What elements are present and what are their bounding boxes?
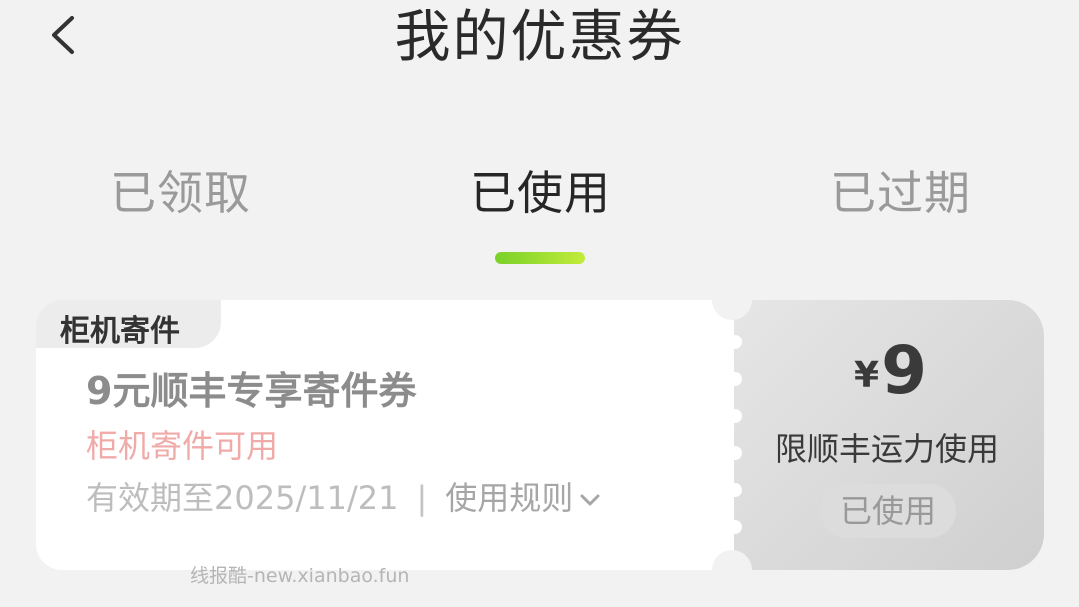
coupon-subtitle: 柜机寄件可用	[86, 427, 279, 465]
status-badge: 已使用	[820, 484, 956, 538]
currency-symbol: ¥	[854, 355, 880, 396]
perforation-dot	[728, 446, 742, 460]
usage-rules-link[interactable]: 使用规则	[445, 479, 601, 517]
coupon-page: 我的优惠券 已领取 已使用 已过期 柜机寄件 9元顺丰专享寄件券 柜机寄件可用 …	[0, 0, 1079, 607]
coupon-amount: 9	[881, 332, 927, 409]
tab-used[interactable]: 已使用	[470, 163, 611, 223]
perforation-dot	[728, 409, 742, 423]
coupon-validity-row: 有效期至2025/11/21 | 使用规则	[86, 473, 601, 519]
separator: |	[416, 479, 428, 517]
page-title: 我的优惠券	[394, 5, 685, 70]
coupon-title: 9元顺丰专享寄件券	[86, 369, 417, 413]
tab-received[interactable]: 已领取	[110, 163, 251, 223]
coupon-validity: 有效期至2025/11/21	[86, 479, 399, 517]
perforation-dot	[728, 372, 742, 386]
coupon-tag-label: 柜机寄件	[60, 314, 180, 349]
perforation-dot	[728, 335, 742, 349]
chevron-down-icon	[580, 494, 600, 506]
coupon-price: ¥9	[854, 332, 927, 409]
coupon-notch-bottom	[712, 550, 752, 590]
watermark: 线报酷-new.xianbao.fun	[190, 565, 410, 587]
perforation-dot	[728, 520, 742, 534]
tab-expired[interactable]: 已过期	[830, 163, 971, 223]
coupon-tag: 柜机寄件	[36, 300, 221, 349]
coupon-limit: 限顺丰运力使用	[774, 430, 999, 468]
usage-rules-label: 使用规则	[445, 479, 574, 517]
coupon-notch-top	[712, 280, 752, 320]
perforation-dot	[728, 483, 742, 497]
coupon-card[interactable]: 柜机寄件 9元顺丰专享寄件券 柜机寄件可用 有效期至2025/11/21 | 使用规…	[36, 280, 1044, 590]
tab-indicator	[495, 252, 585, 264]
